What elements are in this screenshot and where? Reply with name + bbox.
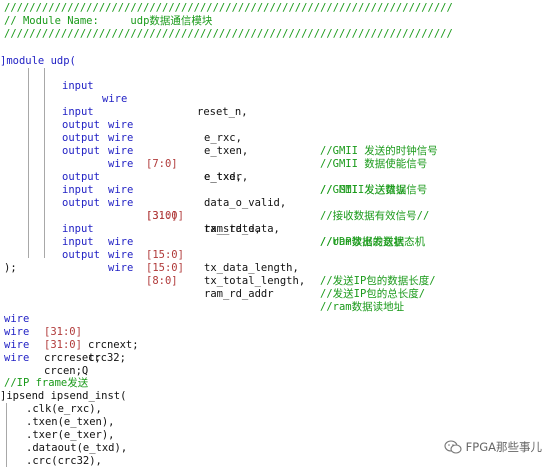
wire-declaration: wire crcreset;	[4, 339, 101, 364]
header-rule-top: ////////////////////////////////////////…	[4, 2, 453, 14]
watermark: FPGA那些事儿	[444, 439, 542, 455]
instance-comment: //IP frame发送	[4, 377, 89, 389]
wire-declaration: wire [31:0] crcnext;	[4, 313, 139, 351]
port-line: input wire [31:0] ram_rd_data, //ram读出的数…	[62, 184, 405, 248]
port-line: output wire data_o_valid, //接收数据有效信号//	[62, 171, 430, 222]
port-line: output [3:0] tx_state, //UDP数据发送状态机	[62, 197, 426, 248]
indent-guide	[6, 403, 7, 467]
instance-port: .clk(e_rxc),	[26, 403, 102, 415]
instance-port: .txer(e_txer),	[26, 429, 115, 441]
module-close: );	[4, 262, 17, 274]
code-editor[interactable]: ////////////////////////////////////////…	[0, 0, 554, 467]
instance-declaration: ]ipsend ipsend_inst(	[0, 390, 127, 402]
wechat-icon	[444, 440, 462, 454]
watermark-text: FPGA那些事儿	[465, 440, 542, 454]
port-line: output wire [8:0] ram_rd_addr //ram数据读地址	[62, 249, 405, 313]
port-line: input wire [15:0] tx_total_length, //发送I…	[62, 236, 426, 300]
indent-guide	[28, 68, 29, 258]
indent-guide	[44, 68, 45, 258]
port-line: output wire e_txer, //GMII 发送错误信号	[62, 145, 428, 196]
port-line: input wire e_rxc, //GMII 发送的时钟信号	[62, 106, 438, 157]
port-line: output wire e_txen, //GMII 数据使能信号	[62, 119, 428, 170]
instance-port: .crc(crc32),	[26, 455, 102, 467]
port-line: input wire [15:0] tx_data_length, //发送IP…	[62, 223, 436, 287]
port-line: input wire reset_n,	[62, 80, 248, 118]
wire-declaration: wire crcen;Q	[4, 352, 89, 377]
port-line: output wire [7:0] e_txd, // GMII发送数据	[62, 132, 407, 196]
wire-declaration: wire [31:0] crc32;	[4, 326, 126, 364]
instance-port: .txen(e_txen),	[26, 416, 115, 428]
instance-port: .dataout(e_txd),	[26, 442, 128, 454]
header-rule-bottom: ////////////////////////////////////////…	[4, 28, 453, 40]
header-title: // Module Name: udp数据通信模块	[4, 15, 213, 27]
